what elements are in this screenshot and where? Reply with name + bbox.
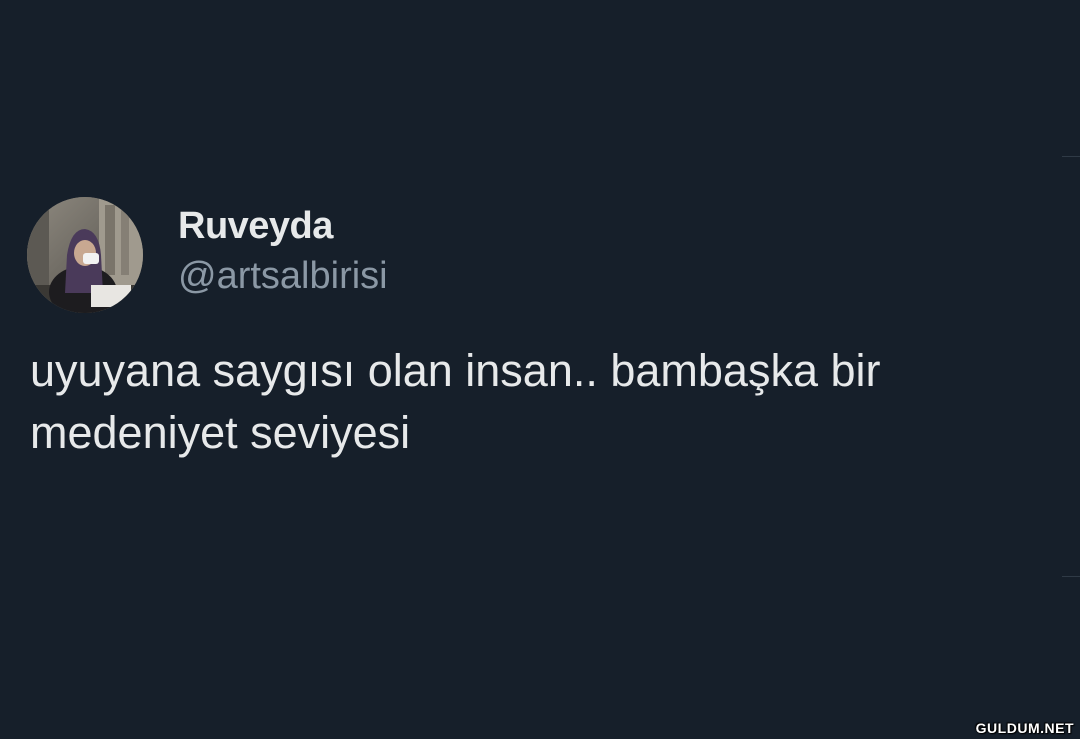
tweet-card: Ruveyda @artsalbirisi uyuyana saygısı ol… bbox=[0, 0, 1080, 739]
user-handle[interactable]: @artsalbirisi bbox=[178, 253, 388, 299]
divider bbox=[1062, 576, 1080, 577]
tweet-text-line: medeniyet seviyesi bbox=[30, 407, 411, 458]
profile-photo-icon bbox=[27, 197, 143, 313]
display-name[interactable]: Ruveyda bbox=[178, 203, 333, 249]
avatar[interactable] bbox=[27, 197, 143, 313]
watermark: GULDUM.NET bbox=[975, 720, 1074, 736]
tweet-text: uyuyana saygısı olan insan.. bambaşka bi… bbox=[30, 340, 1060, 464]
tweet-text-line: uyuyana saygısı olan insan.. bambaşka bi… bbox=[30, 345, 881, 396]
divider bbox=[1062, 156, 1080, 157]
